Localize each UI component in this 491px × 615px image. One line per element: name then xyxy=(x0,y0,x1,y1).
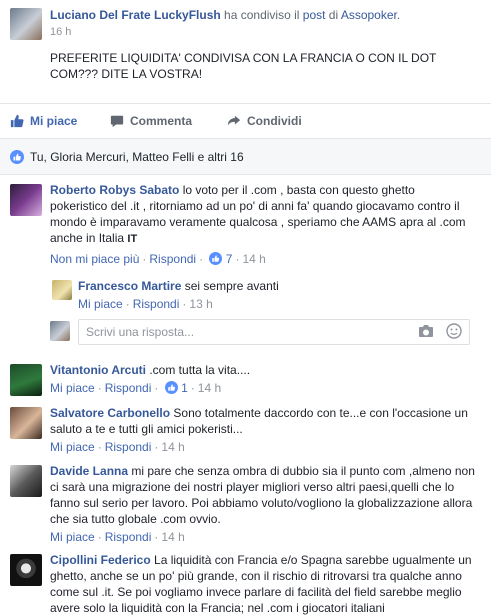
like-badge-icon xyxy=(10,150,24,164)
reply-actions: Mi piace · Rispondi · 13 h xyxy=(78,297,213,311)
reply-icons xyxy=(418,323,462,339)
reply-text: sei sempre avanti xyxy=(184,279,279,293)
comment-text: .com tutta la vita.... xyxy=(149,363,251,377)
camera-icon[interactable] xyxy=(418,323,434,339)
like-link[interactable]: Mi piace xyxy=(78,297,123,311)
comment-button[interactable]: Commenta xyxy=(110,114,192,128)
reply-link[interactable]: Rispondi xyxy=(105,530,152,544)
comment-actions: Mi piace · Rispondi · 14 h xyxy=(50,440,185,454)
like-link[interactable]: Mi piace xyxy=(50,440,95,454)
action-bar: Mi piace Commenta Condividi xyxy=(0,103,491,139)
post-link[interactable]: post xyxy=(303,8,326,22)
comment-body: Roberto Robys Sabato lo voto per il .com… xyxy=(50,182,475,267)
comment-author[interactable]: Vitantonio Arcuti xyxy=(50,363,146,377)
like-link[interactable]: Mi piace xyxy=(50,530,95,544)
post-meta: Luciano Del Frate LuckyFlush ha condivis… xyxy=(50,8,400,22)
reply-author[interactable]: Francesco Martire xyxy=(78,279,181,293)
share-label: Condividi xyxy=(247,114,302,128)
comment-time[interactable]: 14 h xyxy=(198,381,221,395)
comment-body: Salvatore Carbonello Sono totalmente dac… xyxy=(50,405,475,455)
reply-time[interactable]: 13 h xyxy=(189,297,212,311)
comment-time[interactable]: 14 h xyxy=(242,252,265,266)
author-avatar[interactable] xyxy=(10,8,42,40)
avatar[interactable] xyxy=(52,280,72,300)
avatar[interactable] xyxy=(10,407,42,439)
comment-author[interactable]: Cipollini Federico xyxy=(50,553,151,567)
reply-body: Francesco Martire sei sempre avanti Mi p… xyxy=(78,278,468,312)
comment-label: Commenta xyxy=(130,114,193,128)
comment-actions: Mi piace · Rispondi · 1 · 14 h xyxy=(50,381,222,395)
emoji-icon[interactable] xyxy=(446,323,462,339)
avatar[interactable] xyxy=(10,554,42,586)
post-text: PREFERITE LIQUIDITA' CONDIVISA CON LA FR… xyxy=(50,51,437,81)
avatar[interactable] xyxy=(10,465,42,497)
period-text: . xyxy=(396,8,401,22)
reply-link[interactable]: Rispondi xyxy=(105,381,152,395)
likes-summary: Tu, Gloria Mercuri, Matteo Felli e altri… xyxy=(0,139,491,175)
comment-author[interactable]: Salvatore Carbonello xyxy=(50,406,170,420)
like-button[interactable]: Mi piace xyxy=(10,114,77,128)
reply-box: Scrivi una risposta... xyxy=(50,319,470,345)
comment-body: Davide Lanna mi pare che senza ombra di … xyxy=(50,463,475,545)
comment-actions: Non mi piace più · Rispondi · 7 · 14 h xyxy=(50,252,266,266)
thumbs-up-icon xyxy=(10,114,24,128)
shared-text: ha condiviso il xyxy=(224,8,300,22)
share-icon xyxy=(227,115,241,126)
post-timestamp[interactable]: 16 h xyxy=(50,26,71,38)
reply-input[interactable]: Scrivi una risposta... xyxy=(78,319,470,345)
comment-time[interactable]: 14 h xyxy=(161,440,184,454)
comment-author[interactable]: Davide Lanna xyxy=(50,464,128,478)
unlike-link[interactable]: Non mi piace più xyxy=(50,252,139,266)
like-badge-icon xyxy=(209,252,223,265)
reply-link[interactable]: Rispondi xyxy=(133,297,180,311)
comment-icon xyxy=(110,115,124,128)
likes-names[interactable]: Tu, Gloria Mercuri, Matteo Felli e altri… xyxy=(30,150,244,164)
of-text: di xyxy=(328,8,339,22)
like-link[interactable]: Mi piace xyxy=(50,381,95,395)
avatar[interactable] xyxy=(10,184,42,216)
comment-body: Vitantonio Arcuti .com tutta la vita....… xyxy=(50,362,475,396)
comment-actions: Mi piace · Rispondi · 14 h xyxy=(50,530,185,544)
reaction-count[interactable]: 1 xyxy=(181,381,188,395)
reply-link[interactable]: Rispondi xyxy=(149,252,196,266)
reply-link[interactable]: Rispondi xyxy=(105,440,152,454)
post-header: Luciano Del Frate LuckyFlush ha condivis… xyxy=(10,4,485,40)
like-label: Mi piace xyxy=(30,114,78,128)
avatar[interactable] xyxy=(10,364,42,396)
comment-author[interactable]: Roberto Robys Sabato xyxy=(50,183,179,197)
comment-body: Cipollini Federico La liquidità con Fran… xyxy=(50,552,475,615)
page-link[interactable]: Assopoker xyxy=(341,8,397,22)
flag-text: IT xyxy=(127,233,138,245)
comment-time[interactable]: 14 h xyxy=(161,530,184,544)
post-author-link[interactable]: Luciano Del Frate LuckyFlush xyxy=(50,8,221,22)
avatar xyxy=(50,321,70,341)
share-button[interactable]: Condividi xyxy=(227,114,302,128)
like-badge-icon xyxy=(164,381,178,394)
